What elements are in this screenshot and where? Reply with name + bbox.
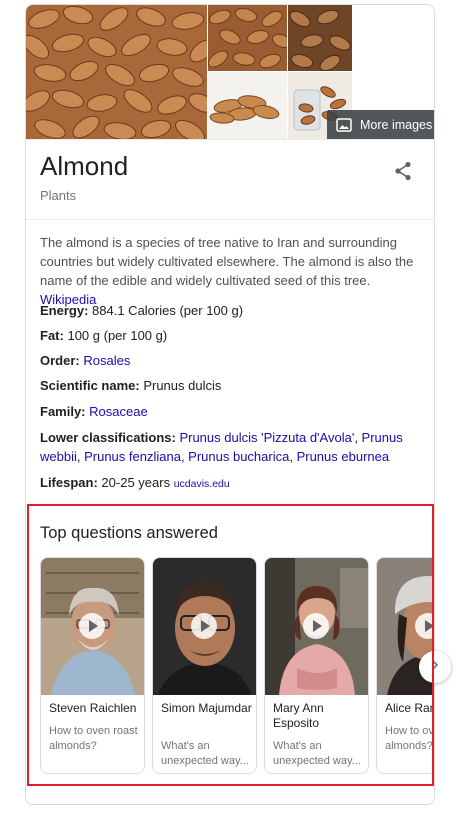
highlight-box (27, 504, 434, 786)
image-divider (26, 139, 434, 140)
fact-value: 884.1 Calories (per 100 g) (92, 303, 244, 318)
fact-family: Family: Rosaceae (40, 402, 426, 421)
fact-scientific-name: Scientific name: Prunus dulcis (40, 376, 426, 395)
order-link[interactable]: Rosales (83, 353, 130, 368)
almond-image-3[interactable] (288, 5, 352, 71)
classification-link[interactable]: Prunus bucharica (188, 449, 289, 464)
fact-label: Lifespan: (40, 475, 98, 490)
header-divider (26, 219, 434, 220)
fact-lifespan: Lifespan: 20-25 years ucdavis.edu (40, 473, 426, 494)
entity-subtitle: Plants (40, 188, 77, 203)
more-images-label: More images (360, 117, 433, 132)
almond-image-2[interactable] (208, 5, 287, 71)
entity-title: Almond (40, 151, 129, 181)
almond-image-4[interactable] (208, 72, 287, 139)
more-images-button[interactable]: More images (327, 110, 434, 139)
image-icon (336, 117, 352, 132)
fact-fat: Fat: 100 g (per 100 g) (40, 326, 426, 345)
classification-link[interactable]: Prunus dulcis 'Pizzuta d'Avola' (179, 430, 354, 445)
fact-label: Order: (40, 353, 80, 368)
fact-value: 20-25 years (101, 475, 171, 490)
fact-label: Fat: (40, 328, 64, 343)
share-icon[interactable] (391, 159, 415, 183)
fact-order: Order: Rosales (40, 351, 426, 370)
description: The almond is a species of tree native t… (40, 233, 426, 309)
fact-label: Scientific name: (40, 378, 140, 393)
almond-image-main[interactable] (26, 5, 207, 139)
fact-label: Lower classifications: (40, 430, 176, 445)
fact-lower-classifications: Lower classifications: Prunus dulcis 'Pi… (40, 430, 403, 464)
description-text: The almond is a species of tree native t… (40, 235, 414, 288)
fact-energy: Energy: 884.1 Calories (per 100 g) (40, 301, 426, 320)
fact-label: Energy: (40, 303, 89, 318)
family-link[interactable]: Rosaceae (89, 404, 148, 419)
fact-value: Prunus dulcis (143, 378, 222, 393)
classification-link[interactable]: Prunus fenzliana (84, 449, 181, 464)
fact-value: 100 g (per 100 g) (67, 328, 168, 343)
classification-link[interactable]: Prunus eburnea (297, 449, 390, 464)
ucdavis-source-link[interactable]: ucdavis.edu (174, 478, 230, 490)
fact-label: Family: (40, 404, 86, 419)
